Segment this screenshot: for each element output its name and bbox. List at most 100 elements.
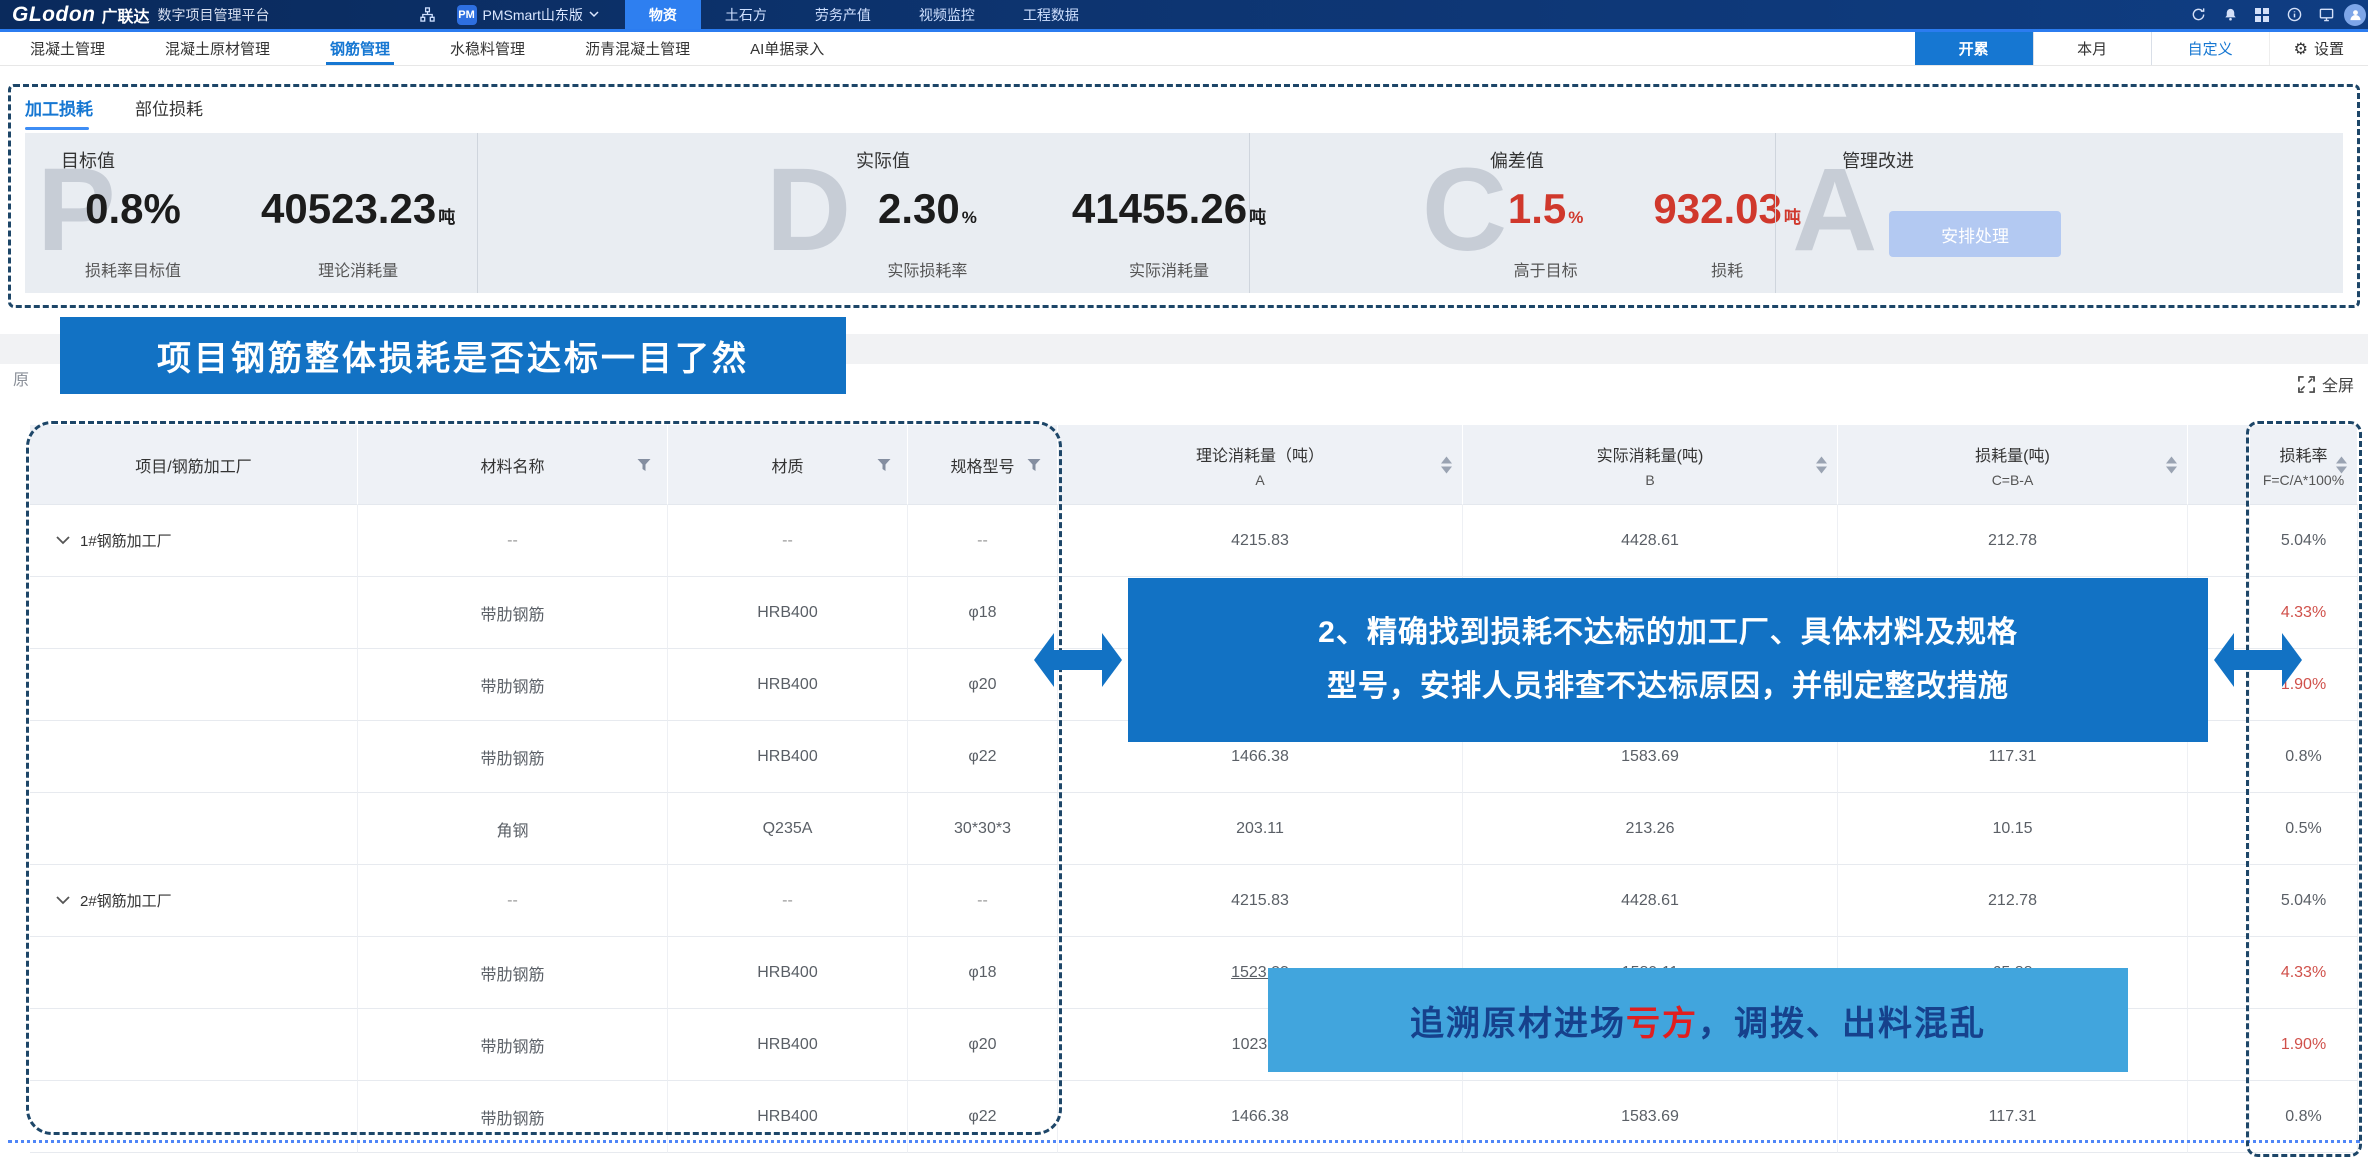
cell-theoretical: 4215.83 bbox=[1058, 865, 1463, 937]
row-name-cell bbox=[30, 793, 358, 865]
kpi-stat-高于目标: 1.5%高于目标 bbox=[1508, 185, 1584, 281]
cell-rate: 1.90% bbox=[2250, 1009, 2358, 1081]
cell-spec: φ22 bbox=[908, 721, 1058, 793]
apps-icon[interactable] bbox=[2254, 7, 2270, 23]
header-title: 损耗率 bbox=[2279, 442, 2327, 466]
kpi-section-实际值: D实际值2.30%实际损耗率41455.26吨实际消耗量 bbox=[477, 133, 1249, 293]
top-nav-物资[interactable]: 物资 bbox=[625, 0, 701, 29]
period-自定义[interactable]: 自定义 bbox=[2151, 32, 2269, 65]
filter-icon[interactable] bbox=[1027, 458, 1041, 471]
cell-grade: -- bbox=[668, 505, 908, 577]
cell-rate: 5.04% bbox=[2250, 505, 2358, 577]
period-controls: 开累本月自定义 ⚙ 设置 bbox=[1915, 32, 2368, 65]
avatar[interactable] bbox=[2344, 4, 2366, 26]
cell-spec: -- bbox=[908, 505, 1058, 577]
arrange-handle-button[interactable]: 安排处理 bbox=[1889, 211, 2061, 257]
row-name-cell bbox=[30, 577, 358, 649]
row-name-cell[interactable]: 1#钢筋加工厂 bbox=[30, 505, 358, 577]
settings-label: 设置 bbox=[2314, 38, 2344, 59]
kpi-title: 目标值 bbox=[61, 147, 115, 173]
monitor-icon[interactable] bbox=[2318, 7, 2334, 23]
sort-icon[interactable] bbox=[2336, 456, 2347, 473]
header-损耗量(吨): 损耗量(吨)C=B-A bbox=[1838, 425, 2188, 505]
top-module-nav: 物资土石方劳务产值视频监控工程数据 bbox=[625, 0, 1103, 29]
factory-name: 1#钢筋加工厂 bbox=[80, 530, 172, 551]
sort-icon[interactable] bbox=[1441, 456, 1452, 473]
cell-material: -- bbox=[358, 505, 668, 577]
kpi-stat-实际损耗率: 2.30%实际损耗率 bbox=[878, 185, 977, 281]
header-title: 理论消耗量（吨） bbox=[1196, 442, 1324, 466]
app-window: GLodon 广联达 数字项目管理平台 PM PMSmart山东版 物资土石方劳… bbox=[0, 0, 2368, 1162]
sort-icon[interactable] bbox=[2166, 456, 2177, 473]
settings-button[interactable]: ⚙ 设置 bbox=[2269, 32, 2368, 65]
left-double-arrow bbox=[1034, 633, 1122, 687]
header-规格型号: 规格型号 bbox=[908, 425, 1058, 505]
topbar-icons bbox=[2190, 7, 2334, 23]
filter-icon[interactable] bbox=[637, 458, 651, 471]
row-name-cell[interactable]: 2#钢筋加工厂 bbox=[30, 865, 358, 937]
top-nav-视频监控[interactable]: 视频监控 bbox=[895, 0, 999, 29]
bell-icon[interactable] bbox=[2222, 7, 2238, 23]
cell-actual: 213.26 bbox=[1463, 793, 1838, 865]
kpi-value: 0.8% bbox=[85, 185, 181, 233]
cell-gap bbox=[2188, 865, 2250, 937]
cell-rate: 4.33% bbox=[2250, 937, 2358, 1009]
kpi-value: 40523.23吨 bbox=[261, 185, 455, 233]
cell-gap bbox=[2188, 793, 2250, 865]
tab-钢筋管理[interactable]: 钢筋管理 bbox=[300, 32, 420, 65]
tab-AI单据录入[interactable]: AI单据录入 bbox=[720, 32, 854, 65]
cell-gap bbox=[2188, 937, 2250, 1009]
cell-spec: φ18 bbox=[908, 937, 1058, 1009]
cell-loss: 10.15 bbox=[1838, 793, 2188, 865]
gear-icon: ⚙ bbox=[2294, 39, 2308, 59]
top-nav-工程数据[interactable]: 工程数据 bbox=[999, 0, 1103, 29]
kpi-title: 实际值 bbox=[856, 147, 910, 173]
cell-gap bbox=[2188, 505, 2250, 577]
header-材料名称: 材料名称 bbox=[358, 425, 668, 505]
glodon-logo: GLodon bbox=[12, 3, 95, 27]
cell-rate: 0.5% bbox=[2250, 793, 2358, 865]
loss-subtabs: 加工损耗 部位损耗 bbox=[25, 95, 203, 130]
period-开累[interactable]: 开累 bbox=[1915, 32, 2033, 65]
info-icon[interactable] bbox=[2286, 7, 2302, 23]
cell-grade: HRB400 bbox=[668, 577, 908, 649]
kpi-value: 2.30% bbox=[878, 185, 977, 233]
header-formula: B bbox=[1645, 472, 1654, 488]
org-structure-icon[interactable] bbox=[420, 7, 435, 22]
workspace-selector[interactable]: PMSmart山东版 bbox=[483, 5, 599, 25]
fullscreen-button[interactable]: 全屏 bbox=[2298, 372, 2354, 396]
top-nav-土石方[interactable]: 土石方 bbox=[701, 0, 791, 29]
kpi-title: 偏差值 bbox=[1490, 147, 1544, 173]
kpi-watermark-D: D bbox=[766, 151, 851, 269]
period-本月[interactable]: 本月 bbox=[2033, 32, 2151, 65]
subtab-部位损耗[interactable]: 部位损耗 bbox=[135, 95, 203, 130]
row-name-cell bbox=[30, 649, 358, 721]
cell-actual: 4428.61 bbox=[1463, 505, 1838, 577]
tab-混凝土原材管理[interactable]: 混凝土原材管理 bbox=[135, 32, 300, 65]
selection-dotted-line bbox=[8, 1140, 2360, 1143]
header-formula: A bbox=[1255, 472, 1264, 488]
cell-gap bbox=[2188, 1009, 2250, 1081]
kpi-value: 1.5% bbox=[1508, 185, 1584, 233]
sort-icon[interactable] bbox=[1816, 456, 1827, 473]
tab-水稳料管理[interactable]: 水稳料管理 bbox=[420, 32, 555, 65]
kpi-stat-理论消耗量: 40523.23吨理论消耗量 bbox=[261, 185, 455, 281]
kpi-stat-损耗率目标值: 0.8%损耗率目标值 bbox=[85, 185, 181, 281]
collapse-caret-icon[interactable] bbox=[56, 536, 70, 545]
period-buttons: 开累本月自定义 bbox=[1915, 32, 2269, 65]
kpi-stats: 2.30%实际损耗率41455.26吨实际消耗量 bbox=[878, 185, 1266, 281]
top-nav-劳务产值[interactable]: 劳务产值 bbox=[791, 0, 895, 29]
header-title: 材料名称 bbox=[480, 453, 544, 477]
tab-混凝土管理[interactable]: 混凝土管理 bbox=[0, 32, 135, 65]
tab-沥青混凝土管理[interactable]: 沥青混凝土管理 bbox=[555, 32, 720, 65]
callout-overall-loss: 项目钢筋整体损耗是否达标一目了然 bbox=[60, 317, 846, 394]
filter-icon[interactable] bbox=[877, 458, 891, 471]
subtab-加工损耗[interactable]: 加工损耗 bbox=[25, 95, 93, 130]
kpi-stats: 1.5%高于目标932.03吨损耗 bbox=[1508, 185, 1801, 281]
refresh-icon[interactable] bbox=[2190, 7, 2206, 23]
topbar: GLodon 广联达 数字项目管理平台 PM PMSmart山东版 物资土石方劳… bbox=[0, 0, 2368, 32]
cell-material: 角钢 bbox=[358, 793, 668, 865]
row-name-cell bbox=[30, 1009, 358, 1081]
header-title: 材质 bbox=[771, 453, 803, 477]
collapse-caret-icon[interactable] bbox=[56, 896, 70, 905]
